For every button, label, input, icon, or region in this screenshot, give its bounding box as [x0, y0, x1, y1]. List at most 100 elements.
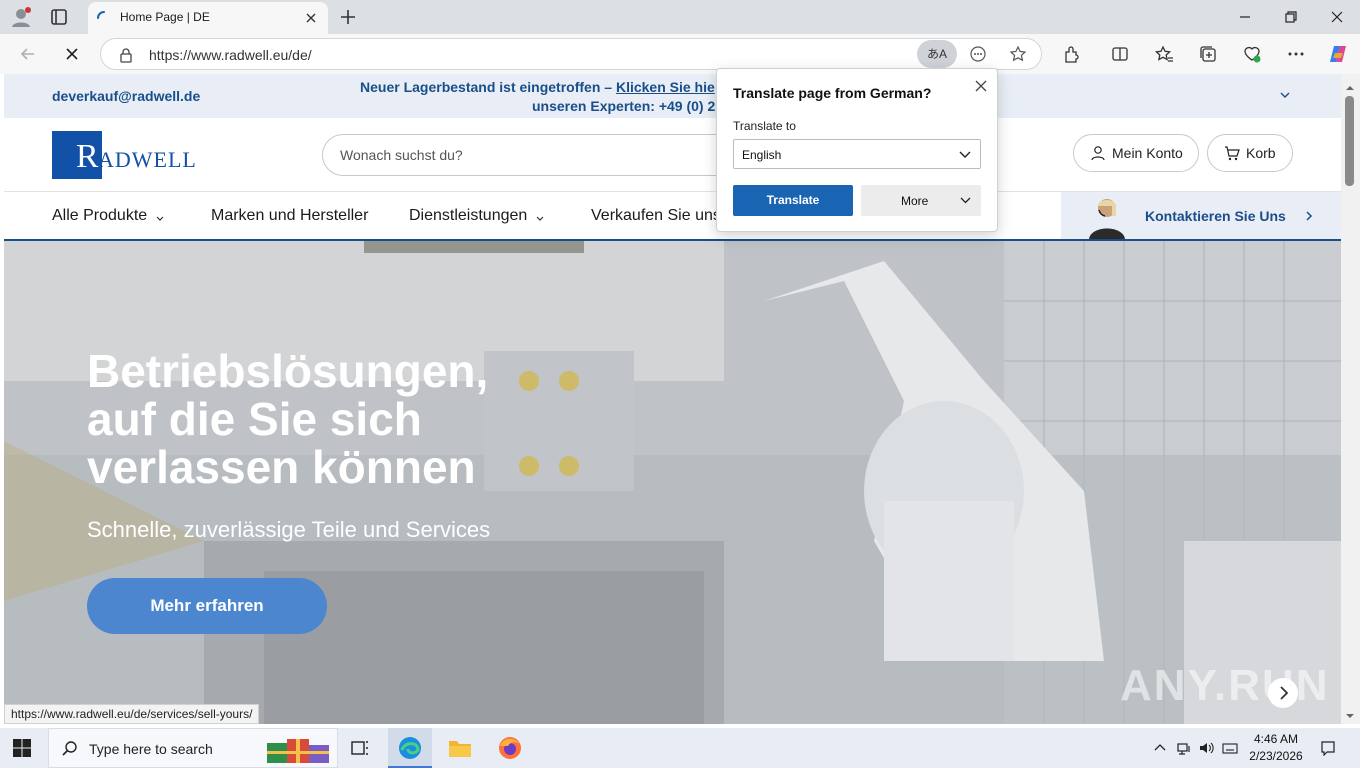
tab-strip: Home Page | DE	[0, 0, 1360, 34]
chevron-down-icon	[155, 211, 165, 221]
firefox-icon[interactable]	[496, 734, 524, 762]
more-label: More	[901, 194, 929, 208]
hero-headline-line-3: verlassen können	[87, 441, 476, 493]
svg-text:R: R	[76, 138, 99, 175]
browser-essentials-icon[interactable]	[1242, 44, 1262, 64]
favorites-icon[interactable]	[1154, 44, 1174, 64]
restore-icon[interactable]	[1280, 6, 1302, 28]
gift-boxes-icon	[265, 733, 333, 765]
translate-popup-title: Translate page from German?	[733, 85, 932, 101]
anyrun-watermark: ANY.RUN	[1120, 661, 1330, 710]
cart-icon	[1224, 145, 1240, 161]
windows-taskbar: Type here to search 4:46 AM 2/23/2026	[0, 728, 1360, 768]
clock-time: 4:46 AM	[1253, 732, 1299, 746]
collections-icon[interactable]	[1198, 44, 1218, 64]
close-icon[interactable]	[974, 79, 988, 93]
translate-indicator-icon[interactable]: あA	[917, 40, 957, 68]
chevron-up-icon[interactable]	[1152, 740, 1168, 756]
chevron-down-icon[interactable]	[1278, 88, 1292, 102]
hero-banner: Betriebslösungen, auf die Sie sich verla…	[4, 241, 1341, 724]
status-bar-url: https://www.radwell.eu/de/services/sell-…	[4, 704, 260, 724]
web-page: deverkauf@radwell.de Neuer Lagerbestand …	[4, 74, 1341, 724]
radwell-logo[interactable]: R ADWELL	[52, 131, 202, 179]
nav-brands[interactable]: Marken und Hersteller	[211, 207, 368, 225]
site-search-input[interactable]: Wonach suchst du?	[322, 134, 752, 176]
learn-more-button[interactable]: Mehr erfahren	[87, 578, 327, 634]
cart-button[interactable]: Korb	[1207, 134, 1293, 172]
loading-spinner-icon	[96, 10, 112, 26]
chevron-down-icon	[958, 148, 972, 162]
address-toolbar: https://www.radwell.eu/de/ あA	[0, 34, 1360, 74]
svg-text:ADWELL: ADWELL	[98, 147, 197, 172]
settings-more-icon[interactable]	[1286, 44, 1306, 64]
target-language-value: English	[742, 148, 782, 162]
promo-link[interactable]: Klicken Sie hie	[616, 79, 715, 95]
new-tab-icon[interactable]	[338, 7, 358, 27]
close-window-icon[interactable]	[1326, 6, 1348, 28]
promo-line-1: Neuer Lagerbestand ist eingetroffen – Kl…	[360, 79, 715, 95]
top-info-strip: deverkauf@radwell.de Neuer Lagerbestand …	[4, 74, 1341, 118]
back-icon[interactable]	[18, 44, 38, 64]
scrollbar-thumb[interactable]	[1345, 96, 1354, 186]
nav-services[interactable]: Dienstleistungen	[409, 207, 545, 225]
copilot-icon[interactable]	[1328, 44, 1348, 64]
user-icon	[1090, 145, 1106, 161]
site-header: R ADWELL Wonach suchst du? Mein Konto Ko…	[4, 118, 1341, 192]
chevron-down-icon	[535, 211, 545, 221]
page-scrollbar[interactable]	[1341, 74, 1360, 724]
favorite-star-icon[interactable]	[1009, 45, 1027, 63]
contact-us-link[interactable]: Kontaktieren Sie Uns	[1061, 192, 1341, 239]
promo-line-2: unseren Experten: +49 (0) 2	[532, 98, 716, 114]
task-view-icon[interactable]	[346, 734, 374, 762]
extensions-icon[interactable]	[1061, 44, 1081, 64]
clock-date: 2/23/2026	[1249, 749, 1303, 763]
cart-label: Korb	[1246, 145, 1276, 161]
promo-text: Neuer Lagerbestand ist eingetroffen –	[360, 79, 613, 95]
url-text[interactable]: https://www.radwell.eu/de/	[149, 47, 312, 63]
tab-radwell[interactable]: Home Page | DE	[88, 2, 328, 34]
target-language-select[interactable]: English	[733, 139, 981, 169]
chevron-right-icon	[1303, 209, 1315, 221]
minimize-icon[interactable]	[1234, 6, 1256, 28]
close-tab-icon[interactable]	[304, 11, 318, 25]
main-navigation: Alle Produkte Marken und Hersteller Dien…	[4, 192, 1341, 241]
scroll-down-icon[interactable]	[1345, 708, 1355, 718]
sales-email-link[interactable]: deverkauf@radwell.de	[52, 88, 200, 104]
notifications-icon[interactable]	[1320, 740, 1336, 757]
hero-subline: Schnelle, zuverlässige Teile und Service…	[87, 517, 491, 542]
search-placeholder: Wonach suchst du?	[340, 147, 463, 163]
keyboard-icon[interactable]	[1222, 740, 1238, 756]
stop-loading-icon[interactable]	[62, 44, 82, 64]
more-options-button[interactable]: More	[861, 185, 981, 216]
network-icon[interactable]	[1176, 740, 1192, 756]
edge-browser-icon[interactable]	[396, 734, 424, 762]
translate-button[interactable]: Translate	[733, 185, 853, 216]
translate-to-label: Translate to	[733, 119, 796, 133]
search-icon	[61, 740, 79, 758]
nav-sell-to-us[interactable]: Verkaufen Sie uns	[591, 207, 721, 225]
tab-title: Home Page | DE	[120, 10, 210, 24]
file-explorer-icon[interactable]	[446, 734, 474, 762]
tab-actions-icon[interactable]	[50, 8, 68, 26]
nav-all-products[interactable]: Alle Produkte	[52, 207, 165, 225]
carousel-next-button[interactable]	[1268, 678, 1298, 708]
lock-icon[interactable]	[119, 47, 133, 63]
chevron-down-icon	[959, 194, 972, 207]
page-actions-icon[interactable]	[969, 45, 987, 63]
nav-all-products-label: Alle Produkte	[52, 207, 148, 224]
split-screen-icon[interactable]	[1110, 44, 1130, 64]
address-bar[interactable]: https://www.radwell.eu/de/ あA	[100, 38, 1042, 70]
nav-services-label: Dienstleistungen	[409, 207, 528, 224]
windows-start-icon[interactable]	[12, 738, 32, 758]
nav-brands-label: Marken und Hersteller	[211, 207, 369, 224]
nav-sell-label: Verkaufen Sie uns	[591, 207, 721, 224]
taskbar-search-box[interactable]: Type here to search	[48, 728, 338, 768]
translate-popup: Translate page from German? Translate to…	[716, 68, 998, 232]
support-agent-image	[1081, 194, 1125, 239]
my-account-button[interactable]: Mein Konto	[1073, 134, 1199, 172]
contact-us-label: Kontaktieren Sie Uns	[1145, 208, 1286, 224]
profile-icon[interactable]	[10, 6, 32, 28]
taskbar-clock[interactable]: 4:46 AM 2/23/2026	[1244, 731, 1308, 765]
scroll-up-icon[interactable]	[1345, 80, 1355, 90]
volume-icon[interactable]	[1198, 740, 1214, 756]
